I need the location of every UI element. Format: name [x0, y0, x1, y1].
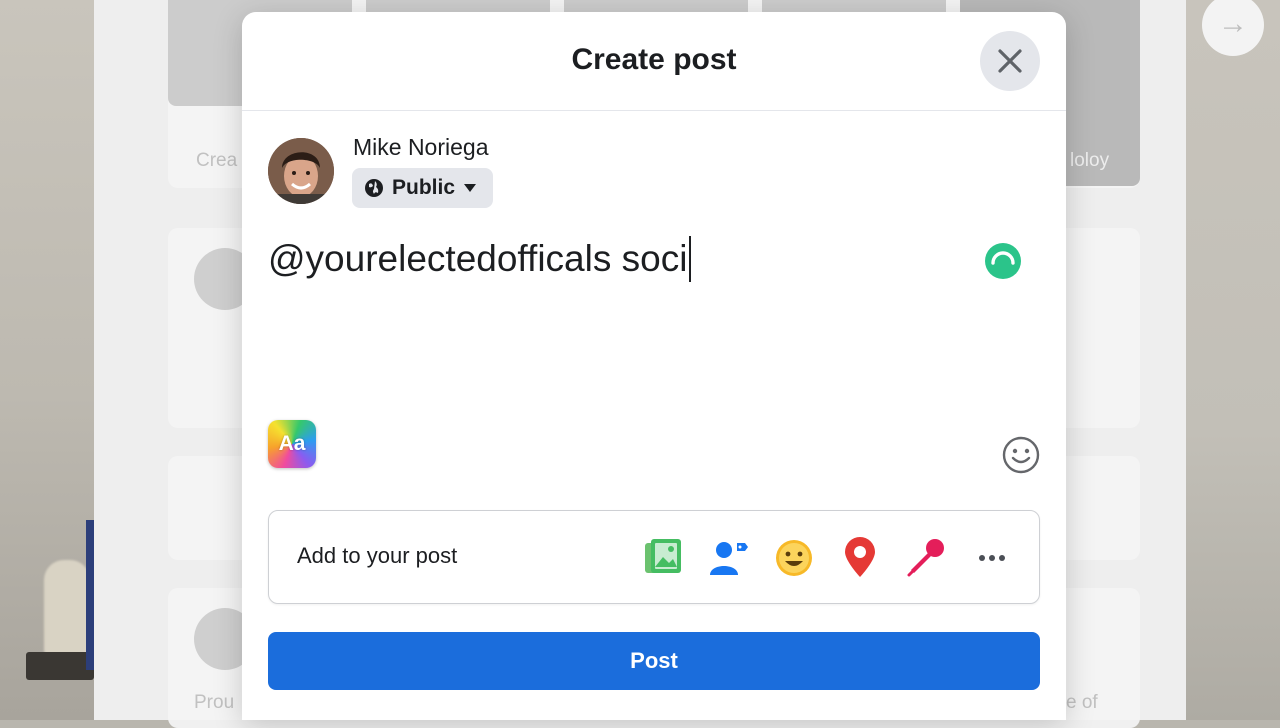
audience-label: Public — [392, 176, 456, 199]
text-style-label: Aa — [278, 432, 306, 455]
background-statue — [44, 560, 90, 656]
dialog-title: Create post — [571, 43, 737, 76]
globe-icon — [365, 179, 383, 197]
photo-video-icon[interactable] — [641, 537, 683, 579]
text-background-button[interactable]: Aa — [268, 420, 316, 468]
post-text-input[interactable]: @yourelectedofficals soci — [268, 236, 692, 282]
add-to-post-bar: Add to your post — [268, 510, 1040, 604]
check-in-icon[interactable] — [839, 537, 881, 579]
emoji-icon[interactable] — [1002, 436, 1040, 474]
background-room-right — [1186, 0, 1280, 720]
more-icon[interactable] — [971, 537, 1013, 579]
background-statue-base — [26, 652, 94, 680]
caret-down-icon — [464, 184, 477, 192]
audience-selector[interactable]: Public — [352, 168, 494, 208]
add-to-post-label: Add to your post — [297, 543, 458, 568]
feeling-icon[interactable] — [773, 537, 815, 579]
tag-people-icon[interactable] — [707, 537, 749, 579]
post-text-value: @yourelectedofficals soci — [268, 238, 688, 279]
background-book — [86, 520, 94, 670]
loading-icon[interactable] — [984, 242, 1022, 280]
live-audio-icon[interactable] — [905, 537, 947, 579]
create-post-dialog: Create post Mike Noriega Public @yourele… — [242, 12, 1066, 720]
post-button[interactable]: Post — [268, 632, 1040, 690]
author-name: Mike Noriega — [353, 134, 489, 160]
close-button[interactable] — [980, 31, 1040, 91]
avatar — [268, 138, 334, 204]
close-icon — [998, 49, 1022, 73]
dialog-header: Create post — [242, 12, 1066, 111]
text-cursor — [689, 236, 692, 282]
